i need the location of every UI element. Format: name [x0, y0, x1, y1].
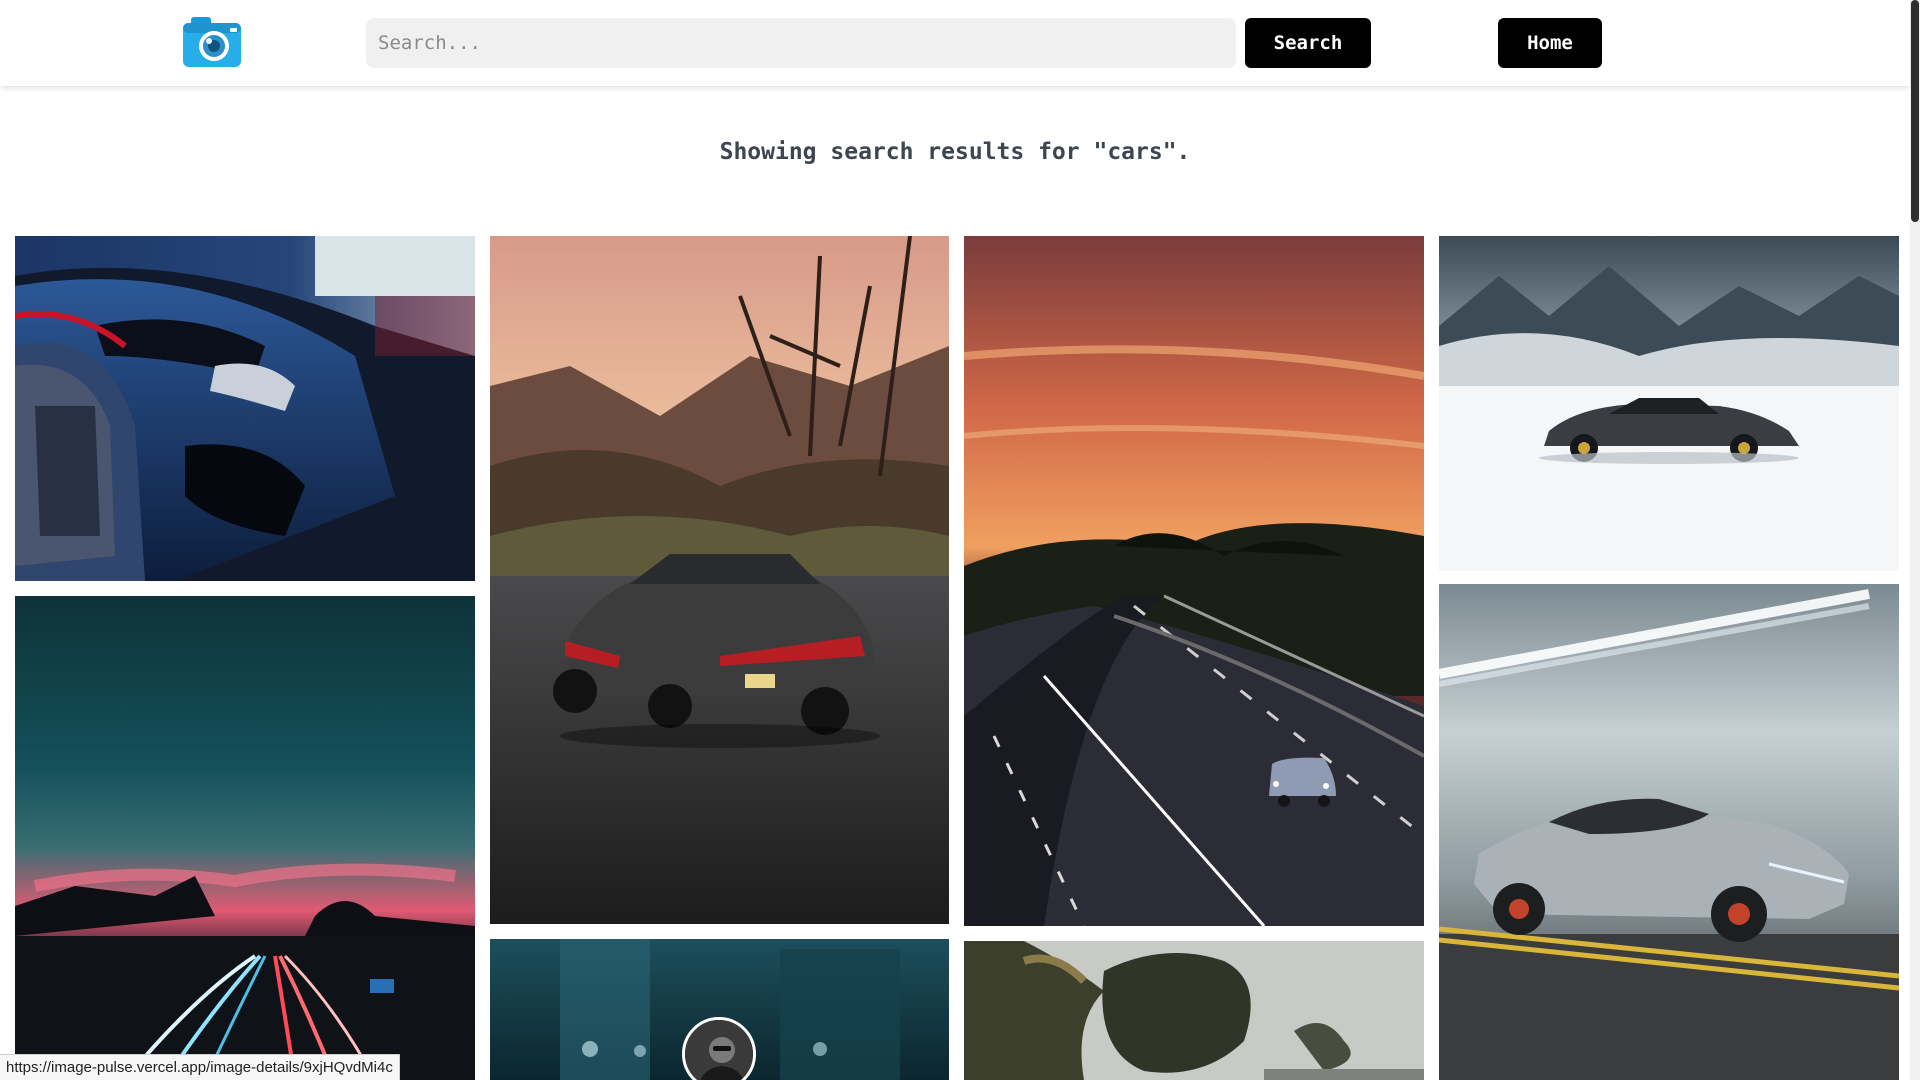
scrollbar-thumb[interactable]	[1911, 0, 1919, 222]
navbar: Search Home	[0, 0, 1910, 86]
home-button[interactable]: Home	[1498, 18, 1602, 68]
photo-sports-car-snow[interactable]	[1439, 236, 1899, 571]
search-button[interactable]: Search	[1245, 18, 1371, 68]
photo-parked-blue-cars[interactable]	[15, 236, 475, 581]
camera-icon[interactable]	[183, 17, 241, 67]
photo-light-trails-dusk[interactable]	[15, 596, 475, 1080]
photo-dark-sedan-mountains[interactable]	[490, 236, 949, 924]
photo-silver-supercar-tunnel[interactable]	[1439, 584, 1899, 1080]
image-gallery	[0, 0, 1910, 1080]
photo-highway-sunset[interactable]	[964, 236, 1424, 926]
search-input[interactable]	[366, 18, 1236, 68]
photo-trees-overcast-partial[interactable]	[964, 941, 1424, 1080]
status-bar-url: https://image-pulse.vercel.app/image-det…	[0, 1054, 400, 1080]
